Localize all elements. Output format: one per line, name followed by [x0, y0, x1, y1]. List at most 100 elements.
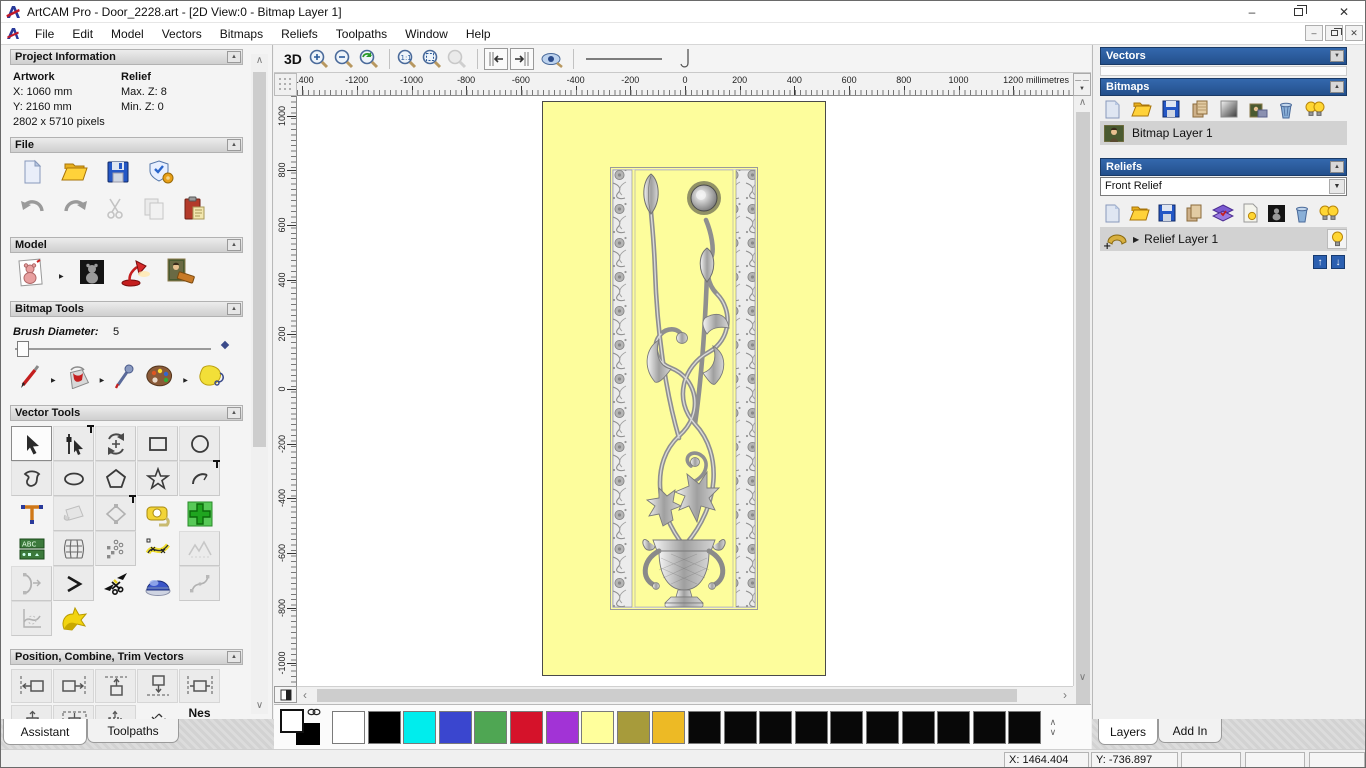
reduce-colours-icon[interactable]: [196, 363, 226, 389]
snap-previous-toggle[interactable]: [483, 47, 508, 70]
create-ellipse-tool[interactable]: [53, 461, 94, 496]
menu-edit[interactable]: Edit: [63, 24, 102, 44]
palette-scroll-up[interactable]: ∧: [1046, 717, 1060, 727]
mdi-close-button[interactable]: ✕: [1345, 25, 1363, 41]
open-bitmap-icon[interactable]: [1131, 100, 1152, 118]
greyscale-relief-icon[interactable]: [1267, 204, 1286, 223]
create-text-tool[interactable]: [11, 496, 52, 531]
collapse-button[interactable]: ▲: [227, 239, 241, 251]
close-button[interactable]: ✕: [1321, 1, 1365, 23]
create-border-tool[interactable]: [53, 601, 94, 636]
paste-icon[interactable]: [181, 195, 207, 221]
redo-icon[interactable]: [61, 196, 89, 220]
expander-icon[interactable]: ▶: [1133, 235, 1139, 244]
palette-swatch-16[interactable]: [901, 710, 935, 744]
palette-swatch-0[interactable]: [332, 710, 365, 744]
model-properties-icon[interactable]: [147, 159, 175, 185]
toggle-relief-visibility-icon[interactable]: [1318, 203, 1340, 223]
palette-swatch-11[interactable]: [723, 710, 757, 744]
canvas-vertical-scrollbar[interactable]: ∧ ∨: [1073, 96, 1091, 754]
fit-curve-tool[interactable]: [137, 531, 178, 566]
expand-button[interactable]: ▼: [1330, 50, 1344, 62]
primary-colour-swatch[interactable]: [280, 709, 304, 733]
collapse-button[interactable]: ▲: [227, 407, 241, 419]
ruler-origin-button[interactable]: [274, 73, 297, 96]
flyout-arrow-icon[interactable]: ▶: [51, 377, 56, 384]
new-bitmap-icon[interactable]: [1103, 99, 1121, 119]
palette-swatch-5[interactable]: [509, 710, 543, 744]
merge-reliefs-icon[interactable]: [1184, 203, 1204, 223]
scroll-down-icon[interactable]: ∨: [251, 699, 268, 714]
tab-toolpaths[interactable]: Toolpaths: [87, 719, 179, 743]
snap-next-toggle[interactable]: [509, 47, 534, 70]
flyout-arrow-icon[interactable]: ▶: [100, 377, 105, 384]
undo-icon[interactable]: [19, 196, 47, 220]
relief-layer-item[interactable]: + ▶ Relief Layer 1: [1100, 227, 1347, 251]
collapse-button[interactable]: ▲: [227, 51, 241, 63]
select-vectors-tool[interactable]: [11, 426, 52, 461]
link-colours-icon[interactable]: [307, 707, 321, 717]
align-top-tool[interactable]: [95, 669, 136, 703]
wrap-vectors-tool[interactable]: [179, 531, 220, 566]
assistant-scrollbar[interactable]: ∧ ∨: [251, 54, 268, 714]
palette-swatch-17[interactable]: [937, 710, 971, 744]
collapse-button[interactable]: ▲: [227, 303, 241, 315]
nesting-tool[interactable]: Nes: [179, 705, 220, 719]
move-layer-down-button[interactable]: ↓: [1331, 255, 1345, 269]
collapse-button[interactable]: ▲: [227, 139, 241, 151]
artboard-door-relief[interactable]: [542, 101, 826, 676]
palette-swatch-10[interactable]: [687, 710, 721, 744]
zoom-out-button[interactable]: [333, 48, 355, 70]
create-polygon-tool[interactable]: [95, 461, 136, 496]
mdi-minimize-button[interactable]: –: [1305, 25, 1323, 41]
tab-addin[interactable]: Add In: [1158, 719, 1222, 743]
paste-along-curve-tool[interactable]: ABC: [11, 531, 52, 566]
flyout-arrow-icon[interactable]: ▶: [183, 377, 188, 384]
zoom-1to1-button[interactable]: 1:1: [396, 48, 418, 70]
scroll-right-icon[interactable]: ›: [1057, 688, 1073, 702]
block-paste-tool[interactable]: [95, 531, 136, 566]
cut-vectors-tool[interactable]: [95, 566, 136, 601]
align-left-tool[interactable]: [11, 669, 52, 703]
menu-reliefs[interactable]: Reliefs: [272, 24, 327, 44]
spread-copies-tool[interactable]: [137, 705, 178, 719]
scroll-thumb[interactable]: [317, 689, 1017, 702]
create-arc-tool[interactable]: [179, 460, 220, 496]
menu-file[interactable]: File: [26, 24, 63, 44]
move-layer-up-button[interactable]: ↑: [1313, 255, 1327, 269]
canvas-horizontal-scrollbar[interactable]: ‹ ›: [297, 686, 1073, 703]
scroll-thumb[interactable]: [1076, 112, 1090, 754]
open-relief-icon[interactable]: [1129, 204, 1150, 222]
menu-help[interactable]: Help: [457, 24, 500, 44]
tab-layers[interactable]: Layers: [1098, 719, 1158, 745]
section-profile-tool[interactable]: [11, 601, 52, 636]
view-3d-button[interactable]: 3D: [284, 51, 302, 67]
relief-from-bitmap-icon[interactable]: [1242, 203, 1259, 223]
offset-vector-tool[interactable]: [95, 495, 136, 531]
new-model-icon[interactable]: [19, 159, 45, 185]
greyscale-model-icon[interactable]: [78, 258, 106, 286]
create-rectangle-tool[interactable]: [137, 426, 178, 461]
palette-swatch-14[interactable]: [830, 710, 864, 744]
palette-swatch-2[interactable]: [403, 710, 437, 744]
palette-swatch-12[interactable]: [759, 710, 793, 744]
collapse-button[interactable]: ▲: [1330, 81, 1344, 93]
menu-vectors[interactable]: Vectors: [153, 24, 211, 44]
lighting-material-icon[interactable]: [119, 257, 151, 287]
menu-window[interactable]: Window: [396, 24, 457, 44]
pan-page-button[interactable]: [274, 686, 297, 703]
scroll-up-icon[interactable]: ∧: [1074, 96, 1091, 111]
align-centre-tool[interactable]: [179, 669, 220, 703]
zoom-fit-button[interactable]: [421, 48, 443, 70]
collapse-button[interactable]: ▲: [227, 651, 241, 663]
centre-in-page-tool[interactable]: [11, 705, 52, 719]
scroll-up-icon[interactable]: ∧: [251, 54, 268, 69]
fill-vector-tool[interactable]: [53, 496, 94, 531]
mdi-restore-button[interactable]: [1325, 25, 1343, 41]
palette-swatch-4[interactable]: [474, 710, 508, 744]
restore-button[interactable]: [1275, 1, 1321, 23]
colour-palette-icon[interactable]: ​: [143, 363, 175, 389]
tab-assistant[interactable]: Assistant: [3, 719, 87, 745]
new-relief-icon[interactable]: [1103, 203, 1121, 223]
scroll-down-icon[interactable]: ∨: [1074, 671, 1091, 686]
